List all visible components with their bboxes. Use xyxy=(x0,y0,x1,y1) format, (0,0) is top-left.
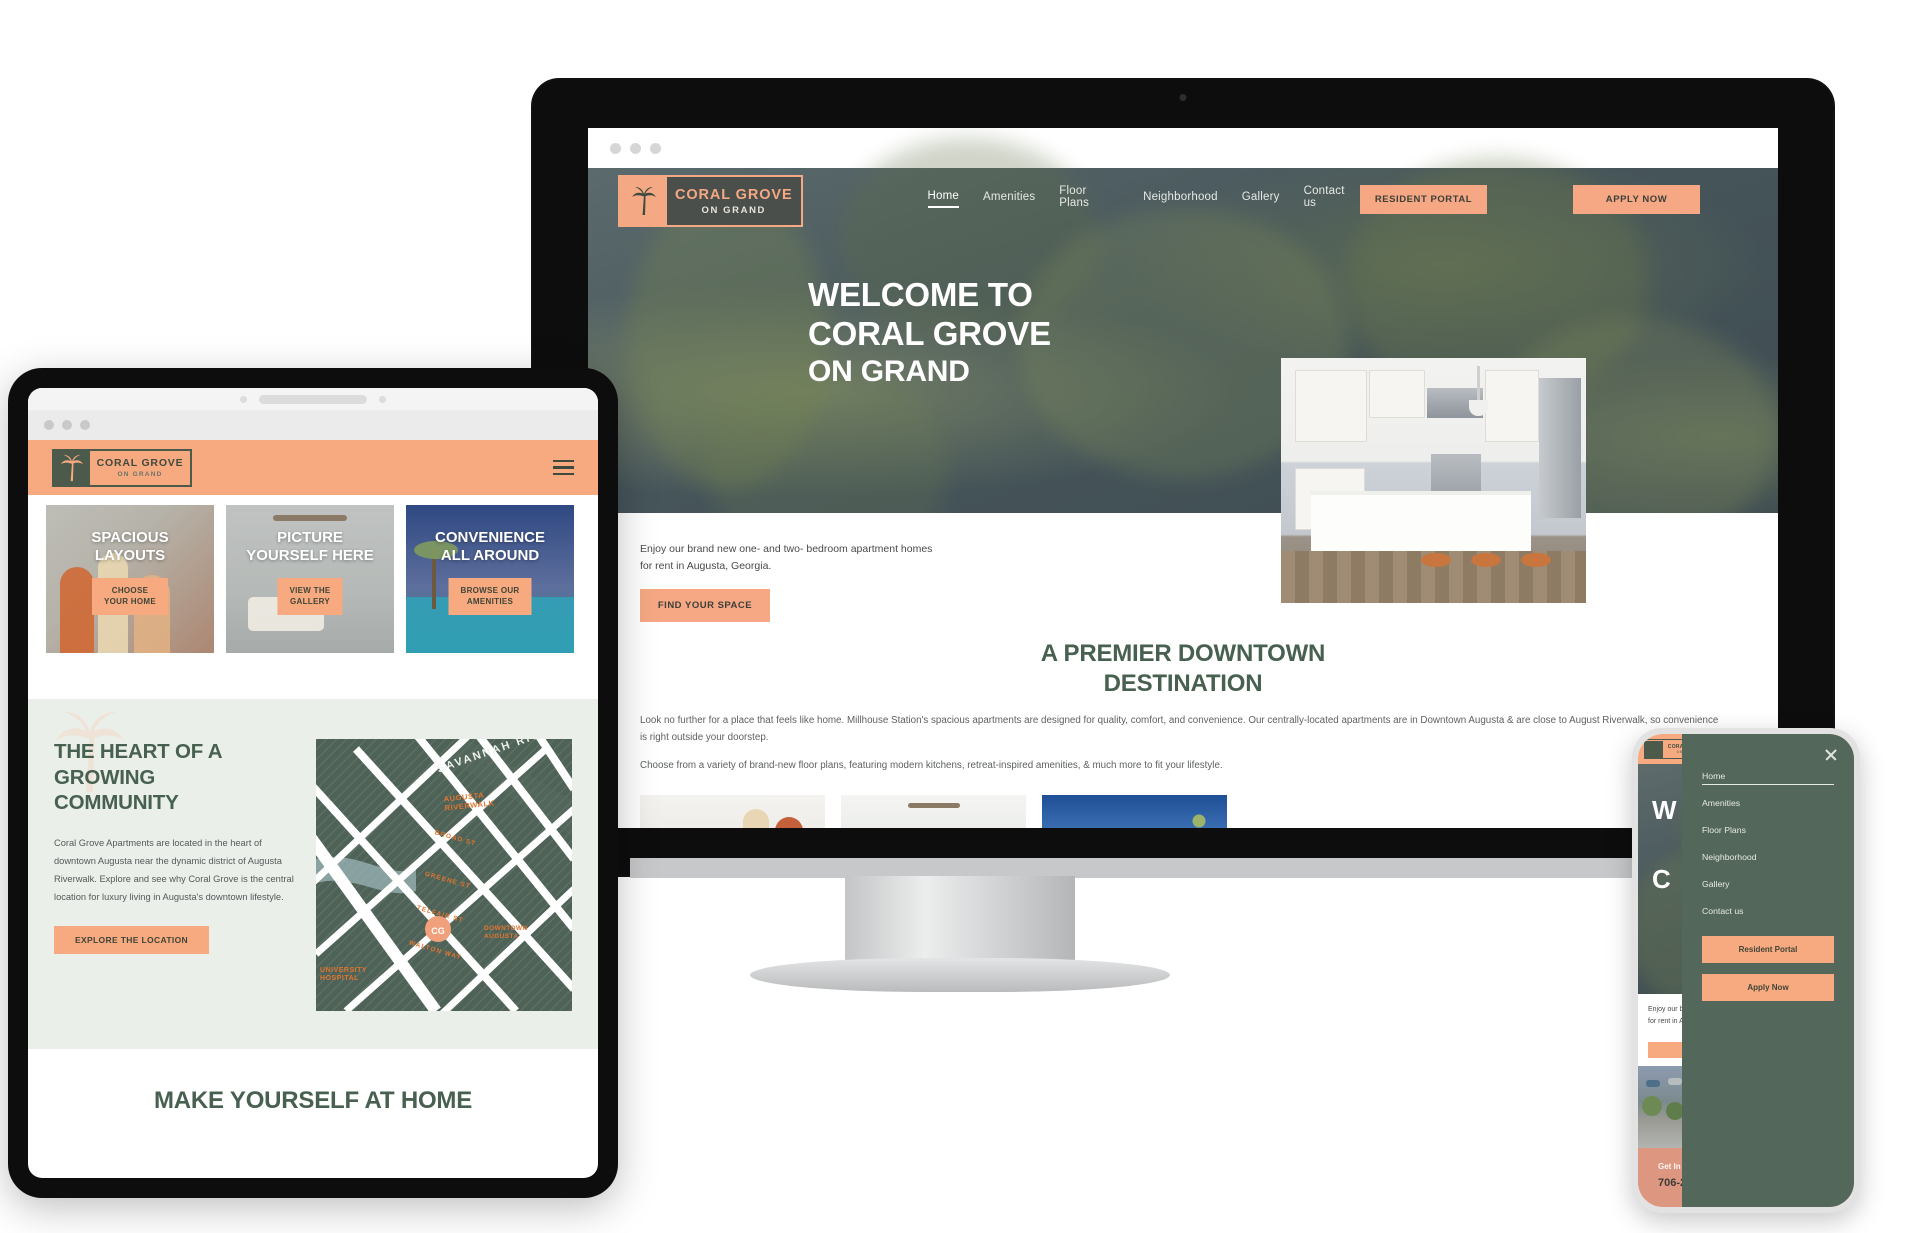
tablet-logo-brand-tagline: ON GRAND xyxy=(117,471,163,478)
desktop-navbar: CORAL GROVE ON GRAND Home Amenities Floo… xyxy=(588,168,1778,230)
tablet-browser-chrome xyxy=(28,410,598,440)
apply-now-button[interactable]: APPLY NOW xyxy=(1573,184,1700,214)
palm-tree-icon xyxy=(54,450,90,485)
kitchen-photo xyxy=(1281,358,1586,603)
browser-dot-close[interactable] xyxy=(610,142,621,154)
monitor-stand xyxy=(845,876,1075,966)
choose-your-home-button[interactable]: CHOOSE YOUR HOME xyxy=(91,577,169,615)
screenshot-stage: CORAL GROVE ON GRAND Home Amenities Floo… xyxy=(0,0,1920,1233)
phone-menu-overlay: Home Amenities Floor Plans Neighborhood … xyxy=(1682,734,1854,1207)
tablet-screen: CORAL GROVE ON GRAND SPACIOUS LAYOUTS CH… xyxy=(28,388,598,1178)
tablet-dot-minimize[interactable] xyxy=(62,420,72,430)
hamburger-menu-icon[interactable] xyxy=(553,459,574,476)
phone-resident-portal-button[interactable]: Resident Portal xyxy=(1702,935,1834,963)
phone-menu-item-home[interactable]: Home xyxy=(1702,762,1834,785)
tablet-speaker-grill xyxy=(259,394,367,404)
webcam-icon xyxy=(1179,94,1187,101)
phone-menu-item-floor-plans[interactable]: Floor Plans xyxy=(1702,817,1834,844)
resident-portal-button[interactable]: RESIDENT PORTAL xyxy=(1360,184,1487,214)
tablet-community-section: THE HEART OF A GROWING COMMUNITY Coral G… xyxy=(28,699,598,1049)
hero-line-3: ON GRAND xyxy=(808,354,970,388)
card-picture-yourself-here[interactable]: PICTURE YOURSELF HERE VIEW THE GALLERY xyxy=(226,505,394,653)
logo-text-box: CORAL GROVE ON GRAND xyxy=(667,177,801,225)
close-icon[interactable] xyxy=(1824,748,1838,762)
tablet-feature-cards: SPACIOUS LAYOUTS CHOOSE YOUR HOME PICTURE Y… xyxy=(28,495,598,653)
nav-item-home[interactable]: Home xyxy=(927,190,959,208)
tablet-footer-heading: MAKE YOURSELF AT HOME xyxy=(28,1049,598,1145)
section-heading-line-1: A PREMIER DOWNTOWN xyxy=(1040,640,1326,667)
thumbnail-ceiling-fan[interactable] xyxy=(841,794,1026,828)
monitor-base xyxy=(750,958,1170,992)
find-your-space-button[interactable]: FIND YOUR SPACE xyxy=(640,588,770,622)
card-spacious-layouts[interactable]: SPACIOUS LAYOUTS CHOOSE YOUR HOME xyxy=(46,505,214,653)
tablet-community-copy: THE HEART OF A GROWING COMMUNITY Coral G… xyxy=(54,739,302,1011)
phone-apply-now-button[interactable]: Apply Now xyxy=(1702,973,1834,1001)
intro-block: Enjoy our brand new one- and two- bedroo… xyxy=(588,513,1778,633)
neighborhood-map[interactable]: CG SAVANNAH RIVER AUGUSTA RIVERWALK BROA… xyxy=(316,739,572,1011)
phone-menu-item-amenities[interactable]: Amenities xyxy=(1702,790,1834,817)
tablet-spacer xyxy=(28,653,598,699)
card-convenience-all-around-title: CONVENIENCE ALL AROUND xyxy=(434,529,546,565)
nav-item-amenities[interactable]: Amenities xyxy=(983,191,1035,207)
tablet-device: CORAL GROVE ON GRAND SPACIOUS LAYOUTS CH… xyxy=(8,368,618,1198)
browser-chrome xyxy=(588,128,1778,168)
hero-headline: WELCOME TO CORAL GROVE ON GRAND xyxy=(808,276,1051,389)
browser-dot-minimize[interactable] xyxy=(630,142,641,154)
tablet-site-header: CORAL GROVE ON GRAND xyxy=(28,440,598,495)
card-convenience-all-around[interactable]: CONVENIENCE ALL AROUND BROWSE OUR AMENITIE… xyxy=(406,505,574,653)
tablet-status-bar xyxy=(28,388,598,410)
premier-destination-section: A PREMIER DOWNTOWN DESTINATION Look no f… xyxy=(588,633,1778,828)
logo-brand-tagline: ON GRAND xyxy=(701,204,767,216)
community-heading: THE HEART OF A GROWING COMMUNITY xyxy=(54,740,223,815)
phone-menu-item-gallery[interactable]: Gallery xyxy=(1702,871,1834,898)
browser-dot-maximize[interactable] xyxy=(650,142,661,154)
map-label-downtown-augusta: DOWNTOWN AUGUSTA xyxy=(484,925,528,940)
tablet-camera-icon xyxy=(240,395,247,403)
community-paragraph: Coral Grove Apartments are located in th… xyxy=(54,837,294,903)
hero-line-1: WELCOME TO xyxy=(808,276,1033,313)
section-heading-line-2: DESTINATION xyxy=(1103,670,1263,697)
tablet-sensor-icon xyxy=(379,395,386,403)
desktop-website: CORAL GROVE ON GRAND Home Amenities Floo… xyxy=(588,138,1778,828)
tablet-logo-brand-name: CORAL GROVE xyxy=(96,457,184,469)
section-paragraph-2: Choose from a variety of brand-new floor… xyxy=(640,760,1223,772)
nav-item-neighborhood[interactable]: Neighborhood xyxy=(1143,191,1218,207)
desktop-nav-actions: RESIDENT PORTAL APPLY NOW xyxy=(1360,184,1748,214)
desktop-screen: CORAL GROVE ON GRAND Home Amenities Floo… xyxy=(588,128,1778,828)
phone-menu-item-neighborhood[interactable]: Neighborhood xyxy=(1702,844,1834,871)
phone-hero-headline: W xyxy=(1652,795,1677,825)
hero-line-2: CORAL GROVE xyxy=(808,314,1051,352)
monitor-bar xyxy=(630,858,1735,878)
logo-brand-name: CORAL GROVE xyxy=(674,186,793,203)
site-logo[interactable]: CORAL GROVE ON GRAND xyxy=(618,175,803,227)
phone-device: CORAL GROVE ON GRAND W C Enjoy our brand… xyxy=(1632,728,1860,1213)
map-label-university-hospital: UNIVERSITY HOSPITAL xyxy=(320,967,367,983)
phone-screen: CORAL GROVE ON GRAND W C Enjoy our brand… xyxy=(1638,734,1854,1207)
nav-item-gallery[interactable]: Gallery xyxy=(1242,191,1280,207)
intro-paragraph: Enjoy our brand new one- and two- bedroo… xyxy=(640,543,933,573)
tablet-site-logo[interactable]: CORAL GROVE ON GRAND xyxy=(52,448,192,487)
svg-text:CG: CG xyxy=(431,926,445,936)
hero-section: CORAL GROVE ON GRAND Home Amenities Floo… xyxy=(588,138,1778,568)
section-paragraph-1: Look no further for a place that feels l… xyxy=(640,715,1719,743)
section-thumbnail-row xyxy=(640,794,1726,828)
explore-the-location-button[interactable]: EXPLORE THE LOCATION xyxy=(54,926,209,955)
thumbnail-living-room[interactable] xyxy=(640,794,825,828)
phone-menu-item-contact-us[interactable]: Contact us xyxy=(1702,898,1834,925)
desktop-nav-links: Home Amenities Floor Plans Neighborhood … xyxy=(927,185,1360,213)
kitchen-island xyxy=(1311,491,1531,551)
view-the-gallery-button[interactable]: VIEW THE GALLERY xyxy=(277,577,343,615)
thumbnail-palm-sky[interactable] xyxy=(1042,794,1227,828)
nav-item-floor-plans[interactable]: Floor Plans xyxy=(1059,185,1119,213)
palm-tree-icon xyxy=(620,177,667,225)
browse-our-amenities-button[interactable]: BROWSE OUR AMENITIES xyxy=(448,577,532,615)
tablet-logo-text-box: CORAL GROVE ON GRAND xyxy=(90,451,190,485)
palm-tree-icon xyxy=(1645,740,1663,758)
tablet-dot-close[interactable] xyxy=(44,420,54,430)
tablet-dot-maximize[interactable] xyxy=(80,420,90,430)
card-spacious-layouts-title: SPACIOUS LAYOUTS xyxy=(91,529,169,565)
nav-item-contact-us[interactable]: Contact us xyxy=(1304,185,1360,213)
card-picture-yourself-here-title: PICTURE YOURSELF HERE xyxy=(246,529,374,565)
